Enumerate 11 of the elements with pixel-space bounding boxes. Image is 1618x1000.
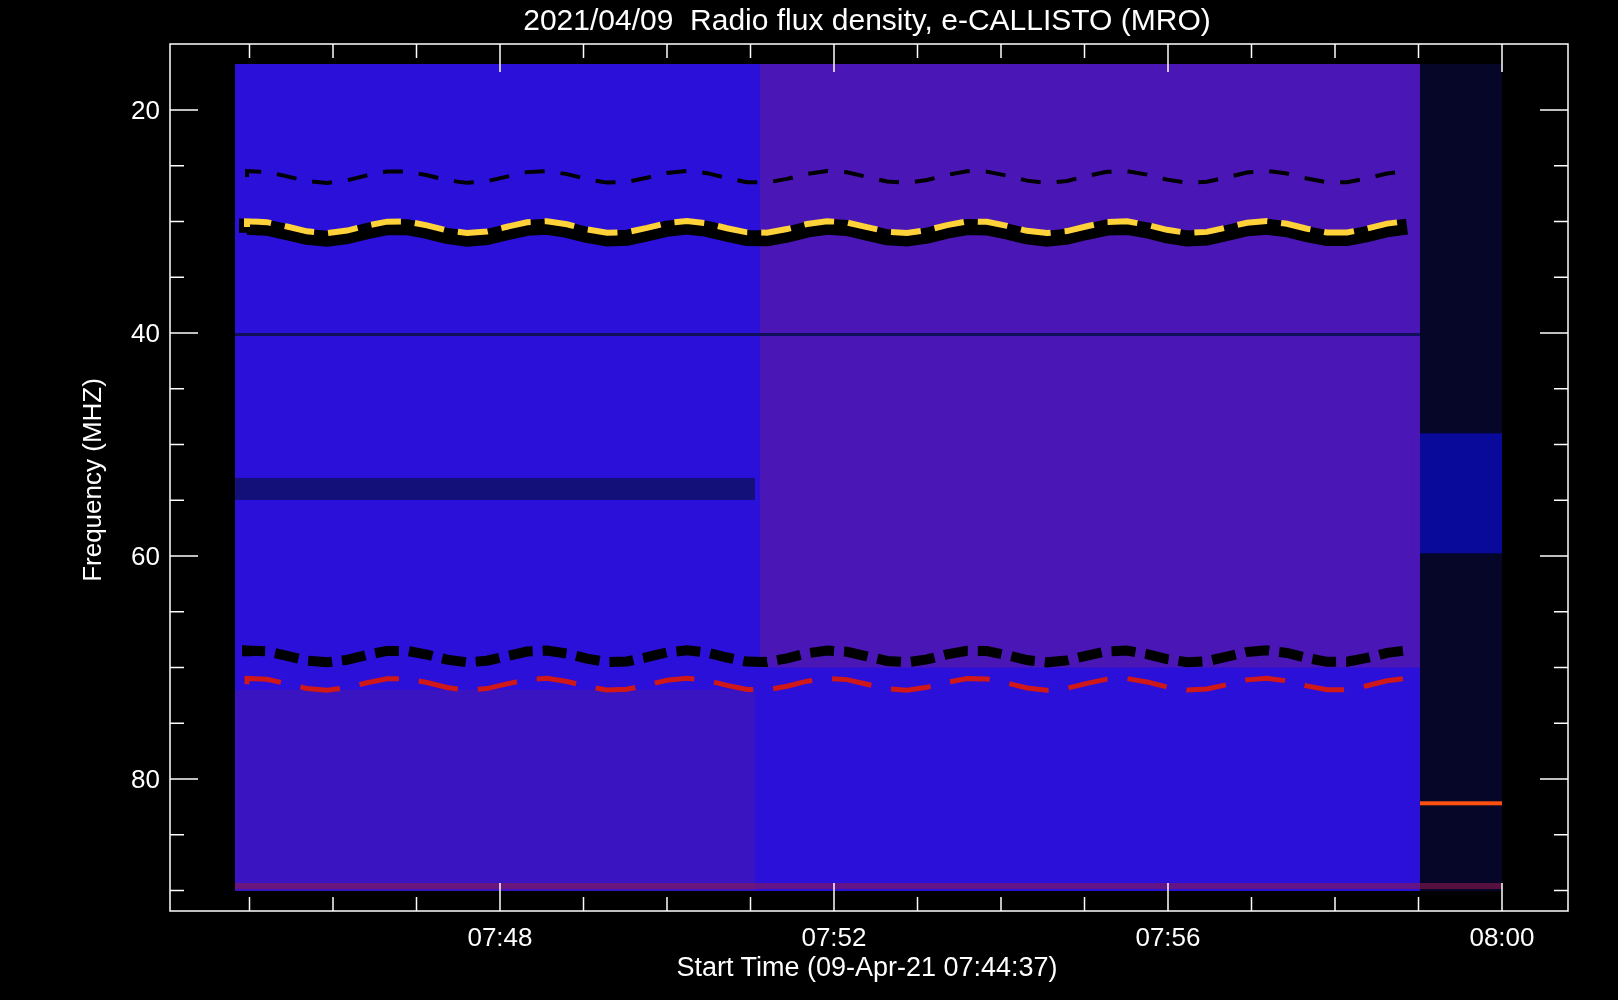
- x-axis-title: Start Time (09-Apr-21 07:44:37): [676, 952, 1058, 982]
- chart-title: 2021/04/09 Radio flux density, e-CALLISTO (MRO): [523, 3, 1211, 36]
- x-tick-label: 08:00: [1469, 922, 1535, 952]
- y-tick-label: 20: [131, 95, 160, 125]
- x-tick-label: 07:56: [1135, 922, 1201, 952]
- y-tick-label: 80: [131, 764, 160, 794]
- y-axis-title: Frequency (MHZ): [77, 378, 107, 582]
- y-tick-label: 60: [131, 541, 160, 571]
- x-tick-label: 07:52: [801, 922, 867, 952]
- y-tick-label: 40: [131, 318, 160, 348]
- x-tick-label: 07:48: [467, 922, 533, 952]
